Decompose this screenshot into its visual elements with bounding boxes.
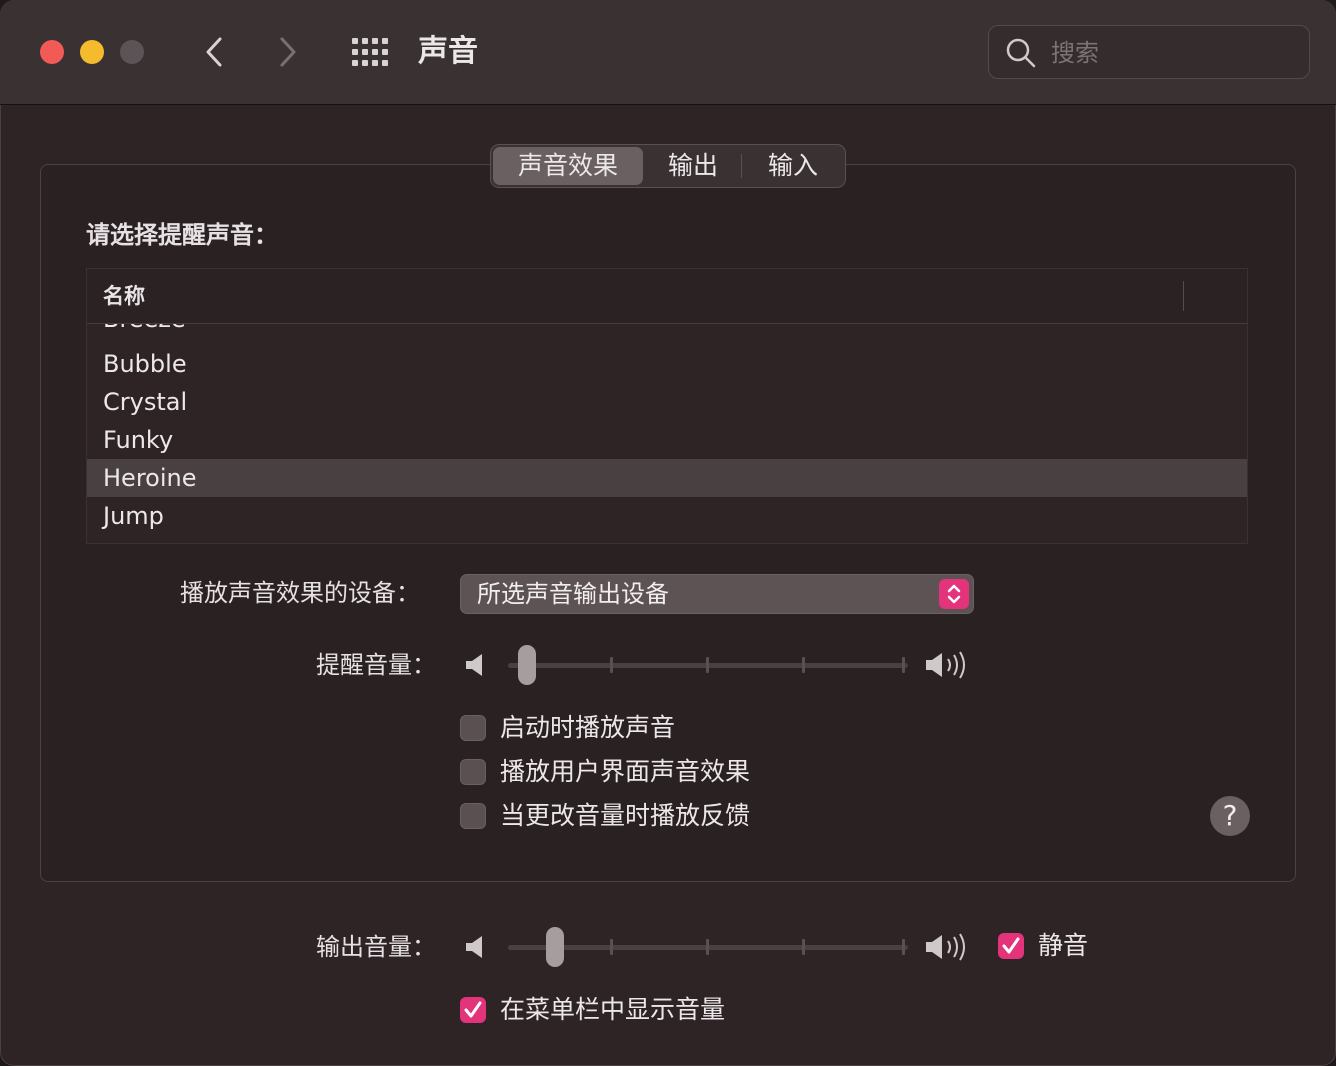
output-volume-label: 输出音量： xyxy=(316,933,436,961)
system-preferences-window: 声音 声音效果 输出 输入 请选择提醒声音： 名称 Breeze Bubble … xyxy=(0,0,1336,1066)
menubar-volume-checkbox[interactable] xyxy=(460,997,486,1023)
slider-tick xyxy=(902,939,905,955)
list-item[interactable]: Jump xyxy=(87,497,1247,535)
checkmark-icon xyxy=(1002,937,1020,954)
up-down-chevron-icon xyxy=(939,579,969,609)
volume-feedback-option[interactable]: 当更改音量时播放反馈 xyxy=(460,798,750,834)
tab-output[interactable]: 输出 xyxy=(645,147,741,185)
list-header: 名称 xyxy=(87,269,1247,324)
list-item-selected[interactable]: Heroine xyxy=(87,459,1247,497)
mute-option[interactable]: 静音 xyxy=(998,928,1088,964)
search-input[interactable] xyxy=(1049,34,1293,72)
slider-tick xyxy=(706,939,709,955)
alert-sound-prompt: 请选择提醒声音： xyxy=(86,221,278,249)
speaker-high-icon xyxy=(926,651,965,679)
startup-sound-label: 启动时播放声音 xyxy=(500,713,676,742)
chevron-right-icon xyxy=(280,37,296,67)
grid-icon xyxy=(352,38,388,66)
list-item[interactable]: Mezzo xyxy=(87,535,1247,543)
mute-label: 静音 xyxy=(1038,931,1089,960)
mute-checkbox[interactable] xyxy=(998,933,1024,959)
close-icon[interactable] xyxy=(40,40,64,64)
window-title: 声音 xyxy=(418,34,478,69)
titlebar: 声音 xyxy=(0,0,1336,105)
speaker-low-icon xyxy=(466,654,482,676)
speaker-low-icon xyxy=(466,936,482,958)
slider-tick xyxy=(706,657,709,673)
slider-tick xyxy=(610,657,613,673)
speaker-high-icon xyxy=(926,933,965,961)
tab-sound-effects[interactable]: 声音效果 xyxy=(493,147,643,185)
output-device-value: 所选声音输出设备 xyxy=(477,580,669,608)
slider-tick xyxy=(902,657,905,673)
menubar-volume-label: 在菜单栏中显示音量 xyxy=(500,995,726,1024)
alert-volume-slider[interactable] xyxy=(464,645,974,685)
list-rows: Breeze Bubble Crystal Funky Heroine Jump… xyxy=(87,324,1247,543)
show-all-button[interactable] xyxy=(350,36,390,68)
tab-bar: 声音效果 输出 输入 xyxy=(490,144,846,188)
startup-sound-checkbox[interactable] xyxy=(460,715,486,741)
alert-sound-list[interactable]: 名称 Breeze Bubble Crystal Funky Heroine J… xyxy=(86,268,1248,544)
list-item[interactable]: Funky xyxy=(87,421,1247,459)
help-button[interactable]: ? xyxy=(1210,796,1250,836)
slider-thumb[interactable] xyxy=(546,927,564,967)
volume-feedback-label: 当更改音量时播放反馈 xyxy=(500,801,751,830)
tab-separator xyxy=(741,154,742,178)
slider-tick xyxy=(802,657,805,673)
search-field[interactable] xyxy=(988,25,1310,79)
slider-tick xyxy=(610,939,613,955)
ui-sound-checkbox[interactable] xyxy=(460,759,486,785)
output-device-label: 播放声音效果的设备： xyxy=(180,579,420,607)
alert-volume-label: 提醒音量： xyxy=(316,651,436,679)
tab-input[interactable]: 输入 xyxy=(744,147,842,185)
output-volume-slider[interactable] xyxy=(464,927,974,967)
slider-thumb[interactable] xyxy=(518,645,536,685)
forward-button[interactable] xyxy=(268,30,308,74)
column-header-name[interactable]: 名称 xyxy=(103,281,145,311)
list-item[interactable]: Crystal xyxy=(87,383,1247,421)
back-button[interactable] xyxy=(194,30,234,74)
zoom-icon[interactable] xyxy=(120,40,144,64)
list-item[interactable]: Bubble xyxy=(87,345,1247,383)
checkmark-icon xyxy=(464,1001,482,1018)
ui-sound-option[interactable]: 播放用户界面声音效果 xyxy=(460,754,750,790)
list-item[interactable]: Breeze xyxy=(87,324,1247,338)
column-divider xyxy=(1183,281,1184,311)
minimize-icon[interactable] xyxy=(80,40,104,64)
output-device-select[interactable]: 所选声音输出设备 xyxy=(460,574,974,614)
chevron-left-icon xyxy=(206,37,222,67)
ui-sound-label: 播放用户界面声音效果 xyxy=(500,757,751,786)
slider-tick xyxy=(802,939,805,955)
search-icon xyxy=(1006,38,1036,68)
startup-sound-option[interactable]: 启动时播放声音 xyxy=(460,710,675,746)
volume-feedback-checkbox[interactable] xyxy=(460,803,486,829)
menubar-volume-option[interactable]: 在菜单栏中显示音量 xyxy=(460,992,725,1028)
